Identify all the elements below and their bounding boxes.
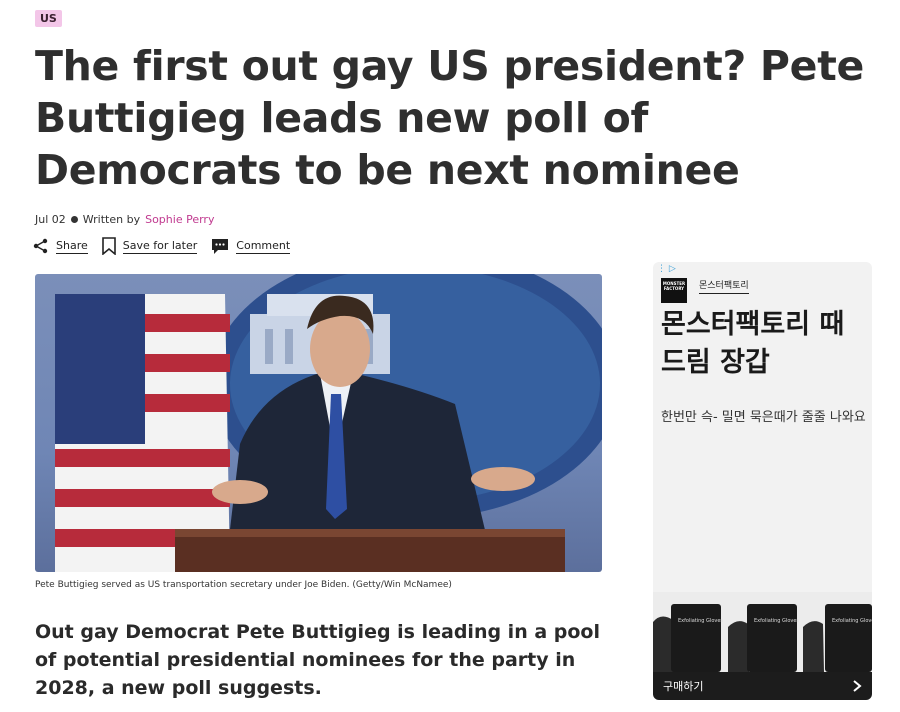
author-link[interactable]: Sophie Perry — [145, 213, 214, 226]
comment-label: Comment — [236, 238, 291, 254]
chevron-right-icon — [853, 680, 862, 692]
ad-body-text: 한번만 슥- 밀면 묵은때가 줄줄 나와요 — [661, 410, 866, 425]
share-label: Share — [56, 238, 88, 254]
article-hero-image — [35, 274, 602, 572]
bookmark-icon — [101, 237, 116, 255]
written-by-label: Written by — [82, 213, 141, 226]
advertisement[interactable]: ⋮ ▷ MONSTER FACTORY 몬스터팩토리 몬스터팩토리 때드림 장갑… — [653, 262, 872, 700]
ad-choices-icon[interactable]: ⋮ ▷ — [657, 264, 676, 274]
comment-button[interactable]: Comment — [211, 238, 291, 255]
save-label: Save for later — [122, 238, 198, 254]
ad-cta-label: 구매하기 — [663, 680, 704, 693]
article-headline: The first out gay US president? Pete But… — [35, 42, 864, 194]
publish-date: Jul 02 — [35, 213, 66, 226]
share-icon — [33, 238, 48, 254]
article-lede: Out gay Democrat Pete Buttigieg is leadi… — [35, 621, 600, 699]
ad-buy-button[interactable]: 구매하기 — [653, 672, 872, 700]
share-button[interactable]: Share — [33, 238, 88, 254]
ad-logo-text: MONSTER FACTORY — [662, 281, 686, 291]
category-tag[interactable]: US — [35, 10, 62, 27]
ad-product-label-2: Exfoliating Gloves — [754, 618, 799, 624]
ad-product-label-1: Exfoliating Gloves — [678, 618, 723, 624]
separator-dot — [70, 216, 78, 223]
ad-product-image: Exfoliating Gloves Exfoliating Gloves Ex… — [653, 592, 872, 672]
ad-brand-name[interactable]: 몬스터팩토리 — [699, 278, 749, 294]
article-meta: Jul 02 Written by Sophie Perry — [35, 213, 214, 226]
image-caption: Pete Buttigieg served as US transportati… — [35, 580, 452, 590]
ad-title: 몬스터팩토리 때드림 장갑 — [661, 309, 845, 378]
hero-illustration — [55, 274, 602, 572]
article-actions: Share Save for later Comment — [33, 237, 291, 255]
save-for-later-button[interactable]: Save for later — [101, 237, 198, 255]
ad-brand-logo: MONSTER FACTORY — [661, 278, 687, 303]
ad-product-label-3: Exfoliating Gloves — [832, 618, 872, 624]
comment-icon — [212, 238, 229, 254]
